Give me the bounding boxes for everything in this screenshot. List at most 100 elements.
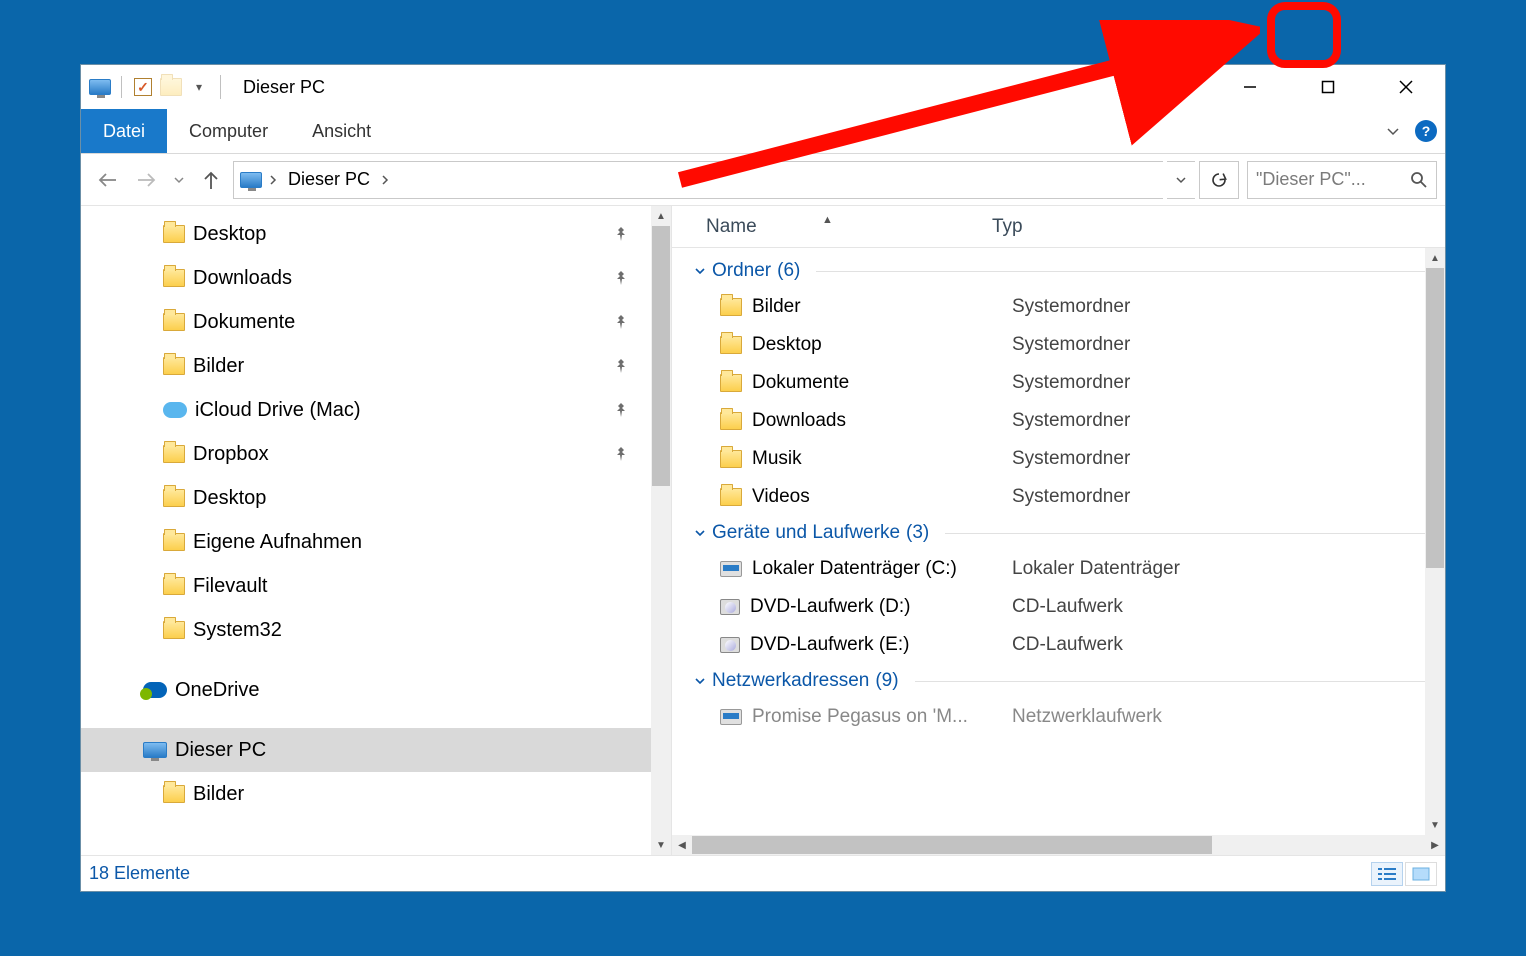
history-dropdown[interactable] [169,162,189,198]
address-dropdown[interactable] [1167,161,1195,199]
tab-file[interactable]: Datei [81,109,167,153]
nav-item[interactable]: Filevault [81,564,671,608]
cloud-icon [163,402,187,418]
nav-item-label: OneDrive [175,679,259,702]
pc-icon [89,76,111,98]
vertical-scrollbar[interactable]: ▲ ▼ [1425,248,1445,835]
ribbon-collapse-icon[interactable] [1385,123,1401,139]
properties-icon[interactable]: ✓ [132,76,154,98]
nav-item[interactable]: Downloads [81,256,671,300]
navbar: Dieser PC "Dieser PC"... [81,154,1445,206]
address-bar[interactable]: Dieser PC [233,161,1163,199]
list-item[interactable]: Promise Pegasus on 'M...Netzwerklaufwerk [672,698,1445,736]
sort-indicator-icon: ▲ [822,214,833,226]
item-type: Systemordner [1012,486,1130,508]
pin-icon [613,446,629,462]
onedrive-icon [143,682,167,698]
qa-dropdown-icon[interactable]: ▾ [188,76,210,98]
nav-item[interactable]: Dropbox [81,432,671,476]
arrow-right-icon [136,169,158,191]
search-box[interactable]: "Dieser PC"... [1247,161,1437,199]
nav-item[interactable]: iCloud Drive (Mac) [81,388,671,432]
window-controls [1211,65,1445,109]
titlebar: ✓ ▾ Dieser PC [81,65,1445,109]
nav-item[interactable]: Bilder [81,772,671,816]
nav-item[interactable]: Dokumente [81,300,671,344]
group-header[interactable]: Netzwerkadressen(9) [672,664,1445,698]
nav-items: DesktopDownloadsDokumenteBilderiCloud Dr… [81,206,671,822]
scrollbar-thumb[interactable] [1426,268,1444,568]
nav-item-label: Eigene Aufnahmen [193,531,362,554]
scroll-right-icon[interactable]: ▶ [1425,835,1445,855]
nav-item-label: Bilder [193,355,244,378]
breadcrumb-segment[interactable]: Dieser PC [284,162,374,198]
vertical-scrollbar[interactable]: ▲ ▼ [651,206,671,855]
scroll-down-icon[interactable]: ▼ [651,835,671,855]
group-label: Ordner [712,260,771,282]
chevron-right-icon[interactable] [378,173,392,187]
tab-computer[interactable]: Computer [167,109,290,153]
group-header[interactable]: Geräte und Laufwerke (3) [672,516,1445,550]
minimize-icon [1243,80,1257,94]
scroll-down-icon[interactable]: ▼ [1425,815,1445,835]
list-item[interactable]: Lokaler Datenträger (C:)Lokaler Datenträ… [672,550,1445,588]
list-item[interactable]: DownloadsSystemordner [672,402,1445,440]
navigation-pane: DesktopDownloadsDokumenteBilderiCloud Dr… [81,206,671,855]
column-type[interactable]: Typ [982,216,1023,238]
list-item[interactable]: DokumenteSystemordner [672,364,1445,402]
nav-item[interactable]: Desktop [81,212,671,256]
horizontal-scrollbar[interactable]: ◀ ▶ [672,835,1445,855]
list-item[interactable]: VideosSystemordner [672,478,1445,516]
scrollbar-thumb[interactable] [652,226,670,486]
nav-item[interactable]: Desktop [81,476,671,520]
refresh-icon [1210,171,1228,189]
up-button[interactable] [193,162,229,198]
details-view-button[interactable] [1371,862,1403,886]
list-item[interactable]: MusikSystemordner [672,440,1445,478]
list-item[interactable]: DVD-Laufwerk (E:)CD-Laufwerk [672,626,1445,664]
nav-item[interactable]: Eigene Aufnahmen [81,520,671,564]
view-mode-buttons [1371,862,1437,886]
column-name[interactable]: Name ▲ [672,216,982,238]
scrollbar-thumb[interactable] [692,836,1212,854]
maximize-button[interactable] [1289,65,1367,109]
item-type: Systemordner [1012,296,1130,318]
group-label: Geräte und Laufwerke [712,522,900,544]
large-icons-view-button[interactable] [1405,862,1437,886]
forward-button[interactable] [129,162,165,198]
nav-item[interactable]: OneDrive [81,668,671,712]
details-view-icon [1378,867,1396,881]
scroll-left-icon[interactable]: ◀ [672,835,692,855]
nav-item[interactable]: Dieser PC [81,728,671,772]
folder-icon [163,313,185,331]
nav-item-label: Bilder [193,783,244,806]
folder-icon [163,225,185,243]
status-bar: 18 Elemente [81,855,1445,891]
explorer-window: ✓ ▾ Dieser PC Datei Computer Ansicht [80,64,1446,892]
chevron-right-icon[interactable] [266,173,280,187]
pin-icon [613,226,629,242]
minimize-button[interactable] [1211,65,1289,109]
nav-item[interactable]: System32 [81,608,671,652]
nav-item[interactable]: Bilder [81,344,671,388]
close-button[interactable] [1367,65,1445,109]
chevron-down-icon [173,174,185,186]
help-icon[interactable]: ? [1415,120,1437,142]
group-header[interactable]: Ordner(6) [672,254,1445,288]
refresh-button[interactable] [1199,161,1239,199]
scroll-up-icon[interactable]: ▲ [651,206,671,226]
group-count: (3) [906,522,929,544]
folder-icon [720,488,742,506]
nav-item-label: Dokumente [193,311,295,334]
list-item[interactable]: DesktopSystemordner [672,326,1445,364]
item-name: Lokaler Datenträger (C:) [752,558,957,580]
window-title: Dieser PC [237,77,325,98]
nav-item-label: Dropbox [193,443,269,466]
list-item[interactable]: BilderSystemordner [672,288,1445,326]
new-folder-icon[interactable] [160,76,182,98]
status-text: 18 Elemente [89,863,190,884]
scroll-up-icon[interactable]: ▲ [1425,248,1445,268]
back-button[interactable] [89,162,125,198]
tab-view[interactable]: Ansicht [290,109,393,153]
list-item[interactable]: DVD-Laufwerk (D:)CD-Laufwerk [672,588,1445,626]
